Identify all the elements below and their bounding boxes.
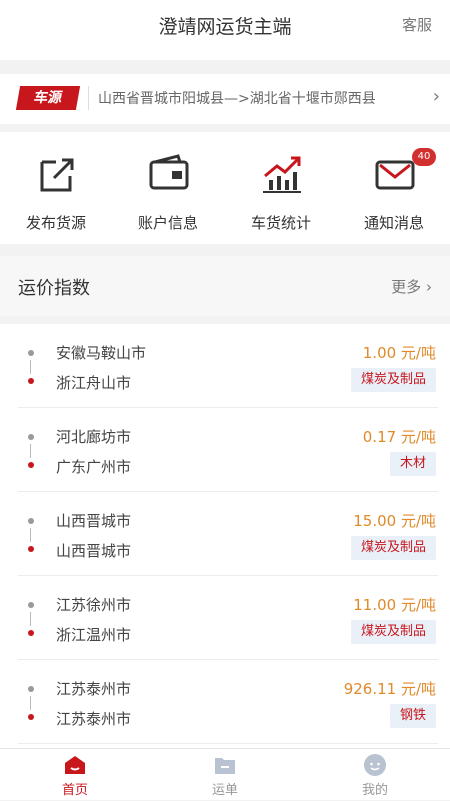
wallet-icon [149,154,189,190]
notifications-button[interactable]: 40 通知消息 [338,132,450,244]
notice-route-text: 山西省晋城市阳城县—>湖北省十堰市郧西县 [98,91,376,107]
home-icon [65,756,85,774]
origin-dot-icon [28,602,34,608]
route-connector [30,696,31,710]
destination-city: 江苏泰州市 [56,710,132,728]
stats-chart-icon [263,156,301,193]
origin-city: 山西晋城市 [56,512,132,530]
vehicle-source-tag: 车源 [15,86,81,110]
destination-city: 广东广州市 [56,458,132,476]
chevron-right-icon: › [426,278,432,296]
freight-price: 15.00 元/吨 [353,512,436,530]
cargo-type-tag: 煤炭及制品 [350,536,436,560]
route-connector [30,360,31,374]
list-item[interactable]: 河北廊坊市 广东广州市 0.17 元/吨 木材 [0,408,450,492]
list-item[interactable]: 山西晋城市 山西晋城市 15.00 元/吨 煤炭及制品 [0,492,450,576]
freight-index-header: 运价指数 更多 › [0,256,450,316]
statistics-button[interactable]: 车货统计 [225,132,337,244]
origin-dot-icon [28,518,34,524]
destination-dot-icon [28,462,34,468]
origin-city: 安徽马鞍山市 [56,344,147,362]
account-info-label: 账户信息 [137,214,198,232]
origin-dot-icon [28,686,34,692]
quick-actions-grid: 发布货源 账户信息 车货统计 40 通知消息 [0,132,450,244]
tab-home[interactable]: 首页 [0,749,150,801]
tab-waybill-label: 运单 [211,783,238,798]
tab-home-label: 首页 [61,783,88,798]
folder-icon [215,758,235,774]
list-item[interactable]: 江苏徐州市 浙江温州市 11.00 元/吨 煤炭及制品 [0,576,450,660]
more-link[interactable]: 更多 › [391,276,432,297]
destination-city: 浙江舟山市 [56,374,132,392]
destination-dot-icon [28,546,34,552]
freight-price: 11.00 元/吨 [353,596,436,614]
destination-dot-icon [28,714,34,720]
account-info-button[interactable]: 账户信息 [112,132,224,244]
list-item[interactable]: 江苏泰州市 江苏泰州市 926.11 元/吨 钢铁 [0,660,450,744]
cargo-type-tag: 钢铁 [389,704,436,728]
route-connector [30,612,31,626]
profile-icon [364,754,386,776]
vehicle-notice-bar[interactable]: 车源 山西省晋城市阳城县—>湖北省十堰市郧西县 › [0,74,450,124]
destination-city: 浙江温州市 [56,626,132,644]
origin-dot-icon [28,350,34,356]
origin-city: 江苏泰州市 [56,680,132,698]
publish-icon [40,158,74,192]
freight-price: 0.17 元/吨 [362,428,436,446]
customer-service-button[interactable]: 客服 [402,14,432,35]
bottom-tab-bar: 首页 运单 我的 [0,748,450,800]
statistics-label: 车货统计 [250,214,311,232]
freight-price: 926.11 元/吨 [343,680,436,698]
chevron-right-icon[interactable]: › [433,86,440,107]
page-title: 澄靖网运货主端 [158,16,292,38]
route-connector [30,444,31,458]
cargo-type-tag: 木材 [389,452,436,476]
more-label: 更多 [391,278,422,296]
cargo-type-tag: 煤炭及制品 [350,620,436,644]
tab-profile[interactable]: 我的 [300,749,450,801]
publish-cargo-button[interactable]: 发布货源 [0,132,112,244]
destination-dot-icon [28,378,34,384]
app-header: 澄靖网运货主端 客服 [0,0,450,60]
divider [18,743,438,744]
cargo-type-tag: 煤炭及制品 [350,368,436,392]
destination-dot-icon [28,630,34,636]
origin-city: 河北廊坊市 [56,428,132,446]
tab-profile-label: 我的 [361,783,388,798]
publish-cargo-label: 发布货源 [25,214,86,232]
destination-city: 山西晋城市 [56,542,132,560]
freight-index-title: 运价指数 [18,278,90,299]
notification-count-badge: 40 [412,148,436,166]
tab-waybill[interactable]: 运单 [150,749,300,801]
origin-city: 江苏徐州市 [56,596,132,614]
divider [88,86,89,110]
route-connector [30,528,31,542]
freight-index-list: 安徽马鞍山市 浙江舟山市 1.00 元/吨 煤炭及制品 河北廊坊市 广东广州市 … [0,324,450,748]
notifications-label: 通知消息 [363,214,424,232]
list-item[interactable]: 安徽马鞍山市 浙江舟山市 1.00 元/吨 煤炭及制品 [0,324,450,408]
freight-price: 1.00 元/吨 [362,344,436,362]
origin-dot-icon [28,434,34,440]
